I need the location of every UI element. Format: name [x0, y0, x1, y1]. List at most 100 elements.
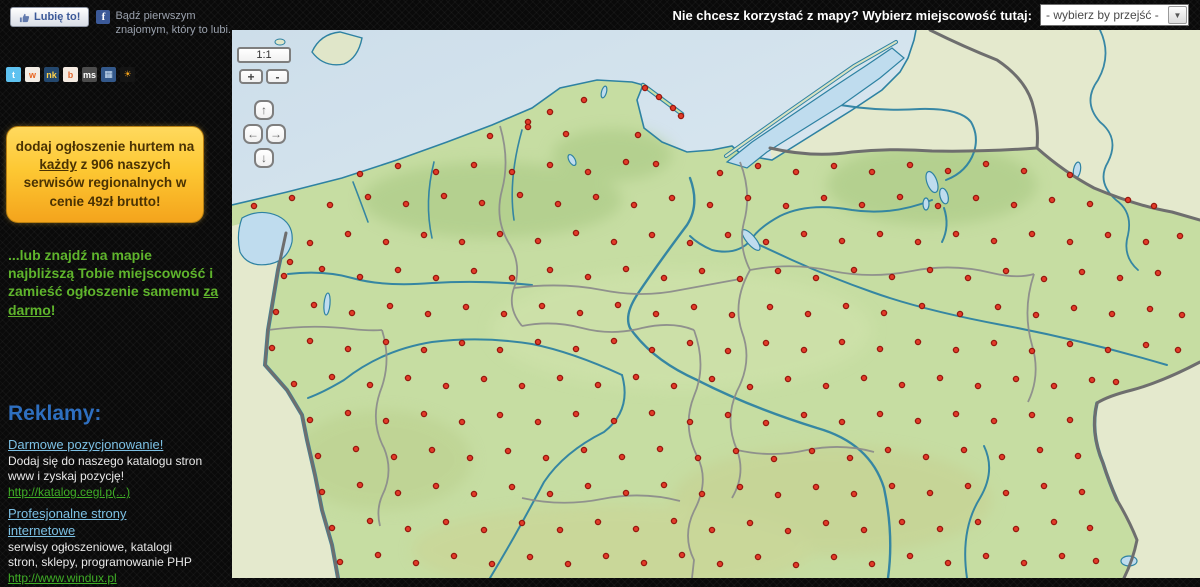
city-marker[interactable]	[425, 311, 430, 316]
city-marker[interactable]	[433, 483, 438, 488]
wykop-icon[interactable]: w	[25, 67, 40, 82]
city-marker[interactable]	[699, 268, 704, 273]
city-marker[interactable]	[631, 202, 636, 207]
myspace-icon[interactable]: ms	[82, 67, 97, 82]
city-marker[interactable]	[421, 411, 426, 416]
city-marker[interactable]	[1067, 417, 1072, 422]
city-marker[interactable]	[581, 447, 586, 452]
city-marker[interactable]	[573, 230, 578, 235]
city-marker[interactable]	[649, 232, 654, 237]
city-marker[interactable]	[615, 302, 620, 307]
city-marker[interactable]	[509, 484, 514, 489]
city-marker[interactable]	[923, 454, 928, 459]
city-marker[interactable]	[927, 267, 932, 272]
city-marker[interactable]	[1021, 168, 1026, 173]
city-marker[interactable]	[709, 527, 714, 532]
city-marker[interactable]	[1147, 306, 1152, 311]
city-marker[interactable]	[679, 552, 684, 557]
city-marker[interactable]	[289, 195, 294, 200]
city-marker[interactable]	[623, 266, 628, 271]
city-marker[interactable]	[935, 203, 940, 208]
ad-url-link[interactable]: http://katalog.cegi.p(...)	[8, 485, 220, 501]
city-marker[interactable]	[547, 267, 552, 272]
city-marker[interactable]	[973, 195, 978, 200]
city-marker[interactable]	[635, 132, 640, 137]
city-marker[interactable]	[1049, 197, 1054, 202]
city-marker[interactable]	[585, 274, 590, 279]
city-marker[interactable]	[273, 309, 278, 314]
city-marker[interactable]	[497, 231, 502, 236]
city-marker[interactable]	[745, 195, 750, 200]
city-marker[interactable]	[357, 171, 362, 176]
city-marker[interactable]	[573, 411, 578, 416]
city-marker[interactable]	[670, 105, 675, 110]
city-marker[interactable]	[581, 97, 586, 102]
city-marker[interactable]	[471, 491, 476, 496]
city-marker[interactable]	[1109, 311, 1114, 316]
city-marker[interactable]	[319, 266, 324, 271]
city-marker[interactable]	[1151, 203, 1156, 208]
city-marker[interactable]	[413, 560, 418, 565]
city-marker[interactable]	[1105, 347, 1110, 352]
city-marker[interactable]	[1067, 239, 1072, 244]
city-marker[interactable]	[953, 411, 958, 416]
city-marker[interactable]	[869, 169, 874, 174]
city-marker[interactable]	[717, 170, 722, 175]
city-marker[interactable]	[555, 201, 560, 206]
city-marker[interactable]	[1029, 348, 1034, 353]
zoom-in-button[interactable]: +	[239, 69, 263, 84]
city-marker[interactable]	[919, 303, 924, 308]
city-marker[interactable]	[509, 275, 514, 280]
ad-title-link[interactable]: Darmowe pozycjonowanie!	[8, 437, 188, 454]
city-marker[interactable]	[755, 554, 760, 559]
city-marker[interactable]	[1143, 239, 1148, 244]
city-marker[interactable]	[1003, 268, 1008, 273]
city-marker[interactable]	[479, 200, 484, 205]
city-marker[interactable]	[345, 346, 350, 351]
city-marker[interactable]	[319, 489, 324, 494]
city-marker[interactable]	[345, 231, 350, 236]
city-marker[interactable]	[1079, 489, 1084, 494]
city-marker[interactable]	[1087, 201, 1092, 206]
facebook-like-button[interactable]: Lubię to!	[10, 7, 89, 27]
city-marker[interactable]	[661, 482, 666, 487]
city-marker[interactable]	[557, 527, 562, 532]
city-marker[interactable]	[1079, 269, 1084, 274]
city-marker[interactable]	[395, 267, 400, 272]
city-marker[interactable]	[801, 347, 806, 352]
city-marker[interactable]	[813, 484, 818, 489]
city-marker[interactable]	[471, 268, 476, 273]
city-marker[interactable]	[481, 376, 486, 381]
city-marker[interactable]	[653, 311, 658, 316]
city-marker[interactable]	[823, 383, 828, 388]
city-marker[interactable]	[687, 240, 692, 245]
city-marker[interactable]	[707, 202, 712, 207]
city-marker[interactable]	[1011, 202, 1016, 207]
city-marker[interactable]	[421, 347, 426, 352]
city-marker[interactable]	[367, 518, 372, 523]
nk-icon[interactable]: nk	[44, 67, 59, 82]
city-marker[interactable]	[311, 302, 316, 307]
city-marker[interactable]	[801, 412, 806, 417]
zoom-out-button[interactable]: -	[266, 69, 289, 84]
city-marker[interactable]	[395, 490, 400, 495]
city-marker[interactable]	[1175, 347, 1180, 352]
city-marker[interactable]	[877, 231, 882, 236]
city-marker[interactable]	[391, 454, 396, 459]
city-marker[interactable]	[405, 526, 410, 531]
city-marker[interactable]	[755, 163, 760, 168]
city-marker[interactable]	[1029, 412, 1034, 417]
city-marker[interactable]	[467, 455, 472, 460]
city-marker[interactable]	[915, 339, 920, 344]
city-marker[interactable]	[557, 375, 562, 380]
city-marker[interactable]	[329, 374, 334, 379]
city-marker[interactable]	[547, 162, 552, 167]
city-marker[interactable]	[1059, 553, 1064, 558]
city-marker[interactable]	[1041, 276, 1046, 281]
city-marker[interactable]	[899, 382, 904, 387]
city-marker[interactable]	[889, 274, 894, 279]
city-marker[interactable]	[885, 447, 890, 452]
city-marker[interactable]	[1125, 197, 1130, 202]
city-marker[interactable]	[443, 383, 448, 388]
city-marker[interactable]	[957, 311, 962, 316]
